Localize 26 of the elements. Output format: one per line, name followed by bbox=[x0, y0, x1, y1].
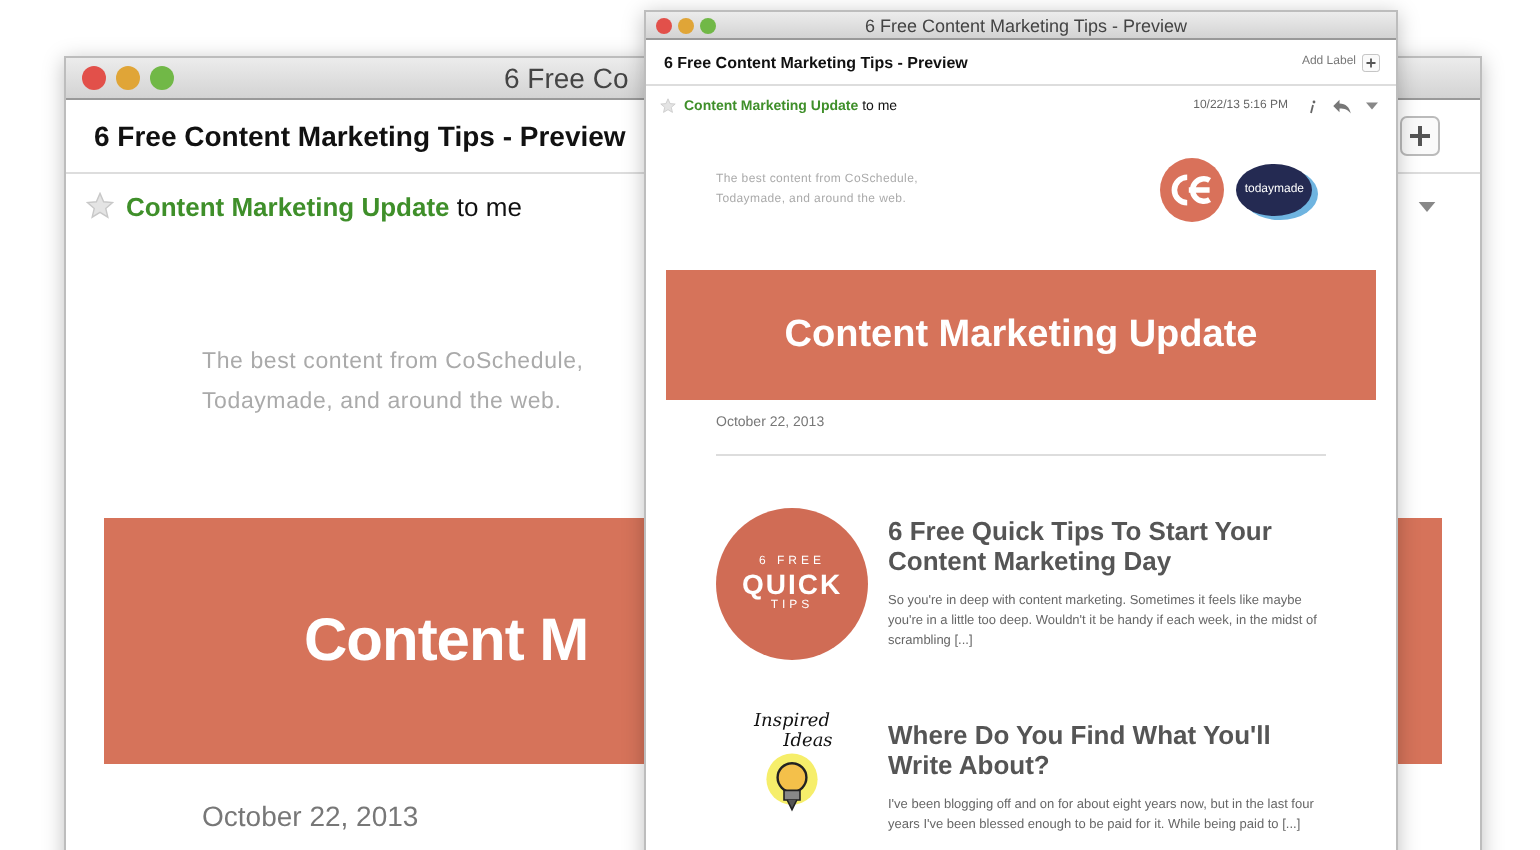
minimize-button[interactable] bbox=[678, 17, 694, 33]
window-title: 6 Free Co bbox=[504, 62, 629, 94]
minimize-button[interactable] bbox=[116, 66, 140, 90]
email-subject: 6 Free Content Marketing Tips - Preview bbox=[664, 53, 970, 71]
close-button[interactable] bbox=[82, 66, 106, 90]
close-button[interactable] bbox=[656, 17, 672, 33]
info-icon[interactable] bbox=[1308, 97, 1318, 115]
zoom-button[interactable] bbox=[150, 66, 174, 90]
lightbulb-icon bbox=[760, 752, 824, 816]
star-icon[interactable] bbox=[660, 98, 676, 114]
logo-icon bbox=[1160, 158, 1225, 222]
email-date: October 22, 2013 bbox=[202, 800, 419, 832]
article-title-link[interactable]: 6 Free Quick Tips To Start Your Content Marketing Day bbox=[888, 516, 1326, 576]
tagline-text: The best content from CoSchedule, Todaymade, and around the web. bbox=[202, 348, 584, 418]
add-button[interactable] bbox=[1362, 53, 1380, 71]
handwritten-text: Inspired bbox=[754, 712, 830, 732]
sender-line: Content Marketing Update to me bbox=[126, 191, 522, 221]
star-icon[interactable] bbox=[86, 192, 114, 220]
window-title: 6 Free Content Marketing Tips - Preview bbox=[862, 15, 1190, 35]
caret-icon[interactable] bbox=[1418, 201, 1436, 211]
email-subject: 6 Free Content Marketing Tips - Preview bbox=[94, 120, 628, 152]
add-button[interactable] bbox=[1400, 116, 1440, 156]
email-banner: Content Marketing Update bbox=[666, 270, 1376, 400]
handwritten-text: Ideas bbox=[783, 732, 833, 752]
reply-icon[interactable] bbox=[1332, 98, 1352, 114]
zoom-button[interactable] bbox=[700, 17, 716, 33]
